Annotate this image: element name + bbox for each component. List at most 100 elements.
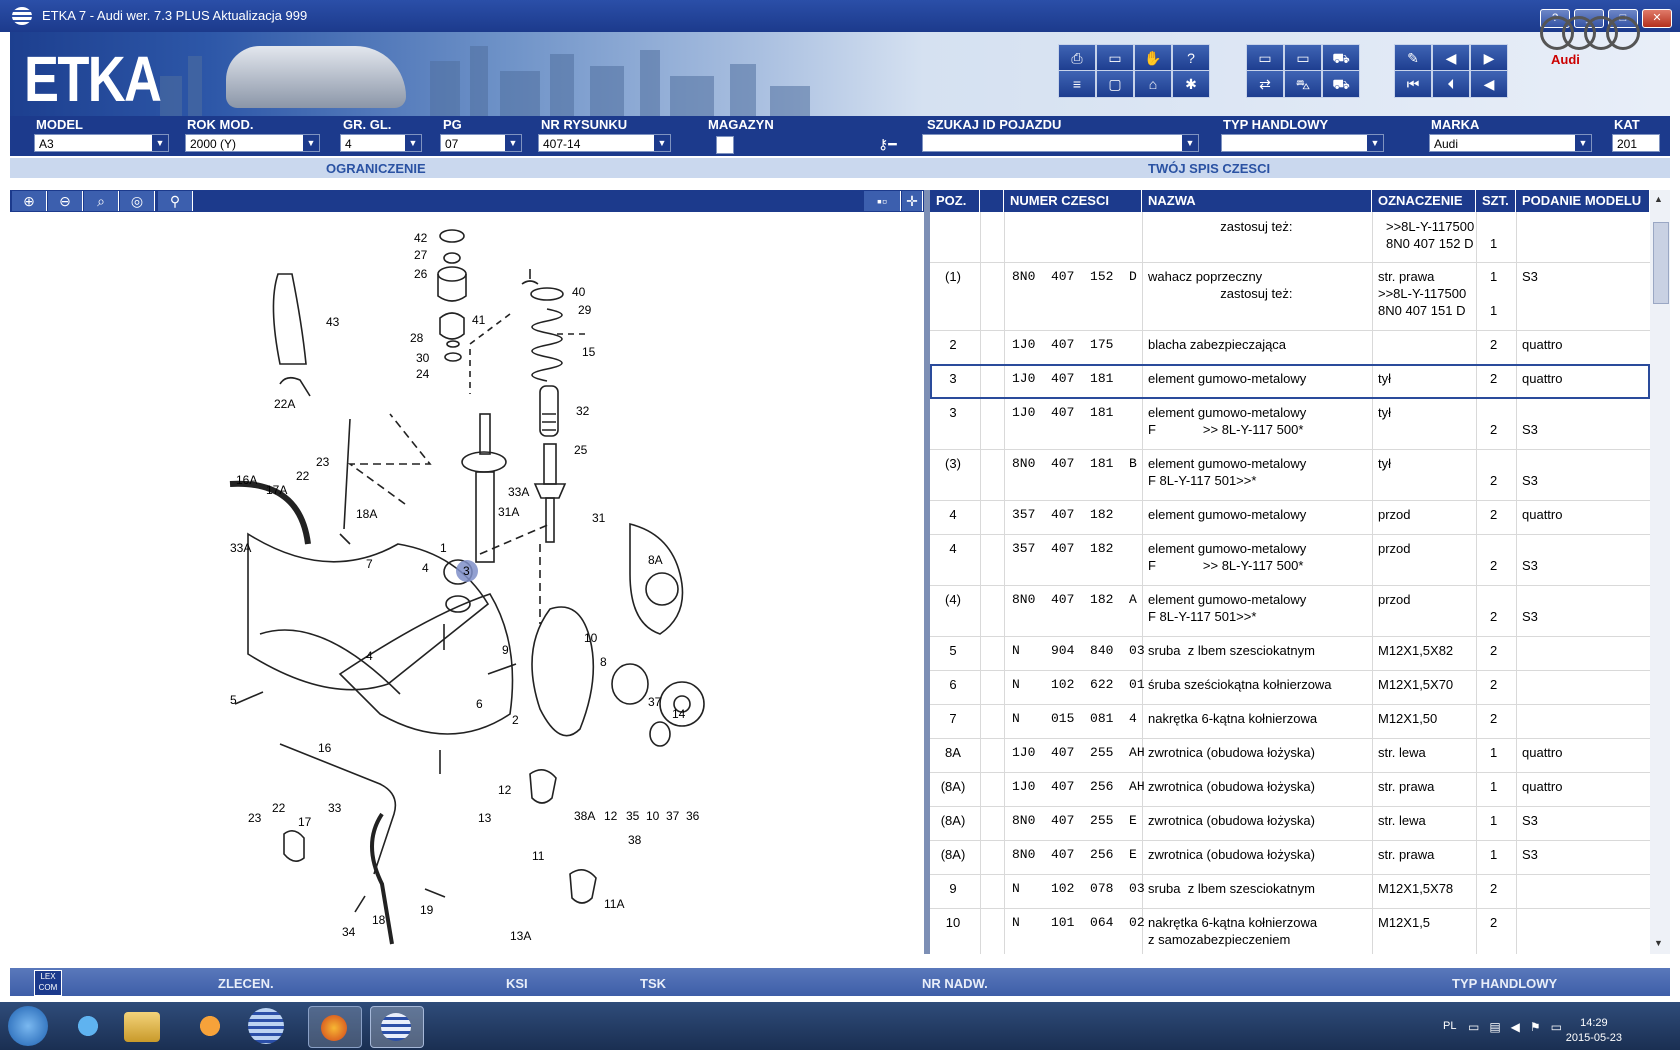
diagram-label[interactable]: 40 bbox=[572, 285, 586, 299]
diagram-label[interactable]: 34 bbox=[342, 925, 356, 939]
first-icon[interactable]: ⏮ bbox=[1394, 70, 1432, 98]
diagram-label[interactable]: 10 bbox=[584, 631, 598, 645]
file-explorer-icon[interactable] bbox=[124, 1012, 160, 1042]
diagram-label[interactable]: 10 bbox=[646, 809, 660, 823]
handshake-icon[interactable]: ✋ bbox=[1134, 44, 1172, 72]
diagram-label[interactable]: 18A bbox=[356, 507, 377, 521]
diagram-label[interactable]: 25 bbox=[574, 443, 588, 457]
col-szt[interactable]: SZT. bbox=[1476, 190, 1516, 212]
help-search-icon[interactable]: ? bbox=[1172, 44, 1210, 72]
diagram-label[interactable]: 19 bbox=[420, 903, 434, 917]
back-icon[interactable]: ⏴ bbox=[1432, 70, 1470, 98]
diagram-label[interactable]: 33A bbox=[508, 485, 529, 499]
typ-handlowy-button[interactable]: TYP HANDLOWY bbox=[1452, 976, 1557, 991]
diagram-label[interactable]: 24 bbox=[416, 367, 430, 381]
diagram-label[interactable]: 33A bbox=[230, 541, 251, 555]
diagram-label[interactable]: 41 bbox=[472, 313, 486, 327]
table-row[interactable]: 9 N 102 078 03 sruba z lbem szesciokatnym M… bbox=[930, 874, 1650, 909]
monitor-icon[interactable]: ▭ bbox=[1096, 44, 1134, 72]
pin-icon[interactable]: ✎ bbox=[1394, 44, 1432, 72]
car-search-icon[interactable]: ⛍ bbox=[1284, 70, 1322, 98]
diagram-label[interactable]: 16A bbox=[236, 473, 257, 487]
diagram-label[interactable]: 13A bbox=[510, 929, 531, 943]
elsa-icon[interactable]: ▭ bbox=[1246, 44, 1284, 72]
prev-icon[interactable]: ◀ bbox=[1470, 70, 1508, 98]
zlecen-button[interactable]: ZLECEN. bbox=[218, 976, 274, 991]
table-row[interactable]: (8A) 1J0 407 256 AH zwrotnica (obudowa łoż… bbox=[930, 772, 1650, 807]
chevron-down-icon[interactable]: ▼ bbox=[654, 135, 670, 151]
diagram-label[interactable]: 31A bbox=[498, 505, 519, 519]
taskbar-clock[interactable]: 14:29 2015-05-23 bbox=[1566, 1016, 1622, 1046]
col-flag[interactable] bbox=[980, 190, 1004, 212]
chevron-down-icon[interactable]: ▼ bbox=[405, 135, 421, 151]
diagram-label[interactable]: 12 bbox=[498, 783, 512, 797]
chevron-down-icon[interactable]: ▼ bbox=[1575, 135, 1591, 151]
chevron-down-icon[interactable]: ▼ bbox=[1182, 135, 1198, 151]
diagram-label[interactable]: 33 bbox=[328, 801, 342, 815]
list-icon[interactable]: ≡ bbox=[1058, 70, 1096, 98]
diagram-label[interactable]: 23 bbox=[248, 811, 262, 825]
prev-page-icon[interactable]: ◀ bbox=[1432, 44, 1470, 72]
tsk-button[interactable]: TSK bbox=[640, 976, 666, 991]
diagram-label[interactable]: 28 bbox=[410, 331, 424, 345]
table-scrollbar[interactable]: ▲ ▼ bbox=[1650, 190, 1670, 954]
diagram-label[interactable]: 31 bbox=[592, 511, 606, 525]
diagram-label[interactable]: 13 bbox=[478, 811, 492, 825]
ksi-button[interactable]: KSI bbox=[506, 976, 528, 991]
gr-gl-select[interactable]: 4 ▼ bbox=[340, 134, 422, 152]
col-numer[interactable]: NUMER CZESCI bbox=[1004, 190, 1142, 212]
depot-icon[interactable]: ▭ bbox=[1284, 44, 1322, 72]
diagram-label[interactable]: 8 bbox=[600, 655, 607, 669]
chevron-down-icon[interactable]: ▼ bbox=[303, 135, 319, 151]
table-row[interactable]: zastosuj też: >>8L-Y-117500 8N0 407 152 D… bbox=[930, 212, 1650, 263]
diagram-label[interactable]: 11A bbox=[604, 897, 624, 911]
chevron-down-icon[interactable]: ▼ bbox=[1367, 135, 1383, 151]
nopa-icon[interactable]: ▢ bbox=[1096, 70, 1134, 98]
table-row[interactable]: 10 N 101 064 02 nakrętka 6-kątna kołnierzo… bbox=[930, 908, 1650, 954]
diagram-label[interactable]: 2 bbox=[512, 713, 519, 727]
table-row[interactable]: (8A) 8N0 407 256 E zwrotnica (obudowa łoży… bbox=[930, 840, 1650, 875]
firefox-icon[interactable] bbox=[308, 1006, 362, 1048]
diagram-label[interactable]: 1 bbox=[440, 541, 447, 555]
diagram-label[interactable]: 9 bbox=[502, 643, 509, 657]
chevron-down-icon[interactable]: ▼ bbox=[505, 135, 521, 151]
diagram-label[interactable]: 26 bbox=[414, 267, 428, 281]
language-indicator[interactable]: PL bbox=[1443, 1020, 1456, 1032]
table-row[interactable]: 7 N 015 081 4 nakrętka 6-kątna kołnierzowa… bbox=[930, 704, 1650, 739]
zoom-100-icon[interactable]: ◎ bbox=[120, 191, 155, 211]
diagram-label[interactable]: 14 bbox=[672, 707, 686, 721]
marka-select[interactable]: Audi ▼ bbox=[1429, 134, 1592, 152]
diagram-label[interactable]: 17 bbox=[298, 815, 312, 829]
tray-icons[interactable]: ▭▤◀⚑▭ bbox=[1468, 1020, 1572, 1034]
diagram-label[interactable]: 18 bbox=[372, 913, 386, 927]
pg-select[interactable]: 07 ▼ bbox=[440, 134, 522, 152]
table-row[interactable]: 4 357 407 182 element gumowo-metalowy F >>… bbox=[930, 534, 1650, 586]
table-row[interactable]: (1) 8N0 407 152 D wahacz poprzeczny zastos… bbox=[930, 262, 1650, 331]
nr-rysunku-select[interactable]: 407-14 ▼ bbox=[538, 134, 671, 152]
zoom-out-icon[interactable]: ⊖ bbox=[48, 191, 83, 211]
col-podanie[interactable]: PODANIE MODELU bbox=[1516, 190, 1650, 212]
zoom-in-icon[interactable]: ⊕ bbox=[12, 191, 47, 211]
table-row[interactable]: 4 357 407 182 element gumowo-metalowy przod… bbox=[930, 500, 1650, 535]
diagram-label[interactable]: 11 bbox=[532, 849, 545, 863]
diagram-label[interactable]: 12 bbox=[604, 809, 618, 823]
table-row[interactable]: 5 N 904 840 03 sruba z lbem szesciokatnym M… bbox=[930, 636, 1650, 671]
wheel-icon[interactable]: ✱ bbox=[1172, 70, 1210, 98]
col-nazwa[interactable]: NAZWA bbox=[1142, 190, 1372, 212]
diagram-label[interactable]: 38A bbox=[574, 809, 595, 823]
magazyn-checkbox[interactable] bbox=[716, 136, 734, 154]
start-button-icon[interactable] bbox=[8, 1006, 48, 1046]
etka-active-window-icon[interactable] bbox=[370, 1006, 424, 1048]
col-oznaczenie[interactable]: OZNACZENIE bbox=[1372, 190, 1476, 212]
diagram-label[interactable]: 32 bbox=[576, 404, 590, 418]
cart-add-icon[interactable]: ⛟ bbox=[1322, 70, 1360, 98]
cart-icon[interactable]: ⛟ bbox=[1322, 44, 1360, 72]
network-icon[interactable]: ⌂ bbox=[1134, 70, 1172, 98]
table-row[interactable]: 8A 1J0 407 255 AH zwrotnica (obudowa łożys… bbox=[930, 738, 1650, 773]
key-icon[interactable]: ⚷━ bbox=[878, 137, 914, 151]
diagram-label[interactable]: 4 bbox=[366, 649, 373, 663]
diagram-label[interactable]: 43 bbox=[326, 315, 340, 329]
diagram-label[interactable]: 22 bbox=[296, 469, 310, 483]
media-player-icon[interactable] bbox=[184, 1006, 236, 1046]
table-row[interactable]: 2 1J0 407 175 blacha zabezpieczająca 2 quatt… bbox=[930, 330, 1650, 365]
